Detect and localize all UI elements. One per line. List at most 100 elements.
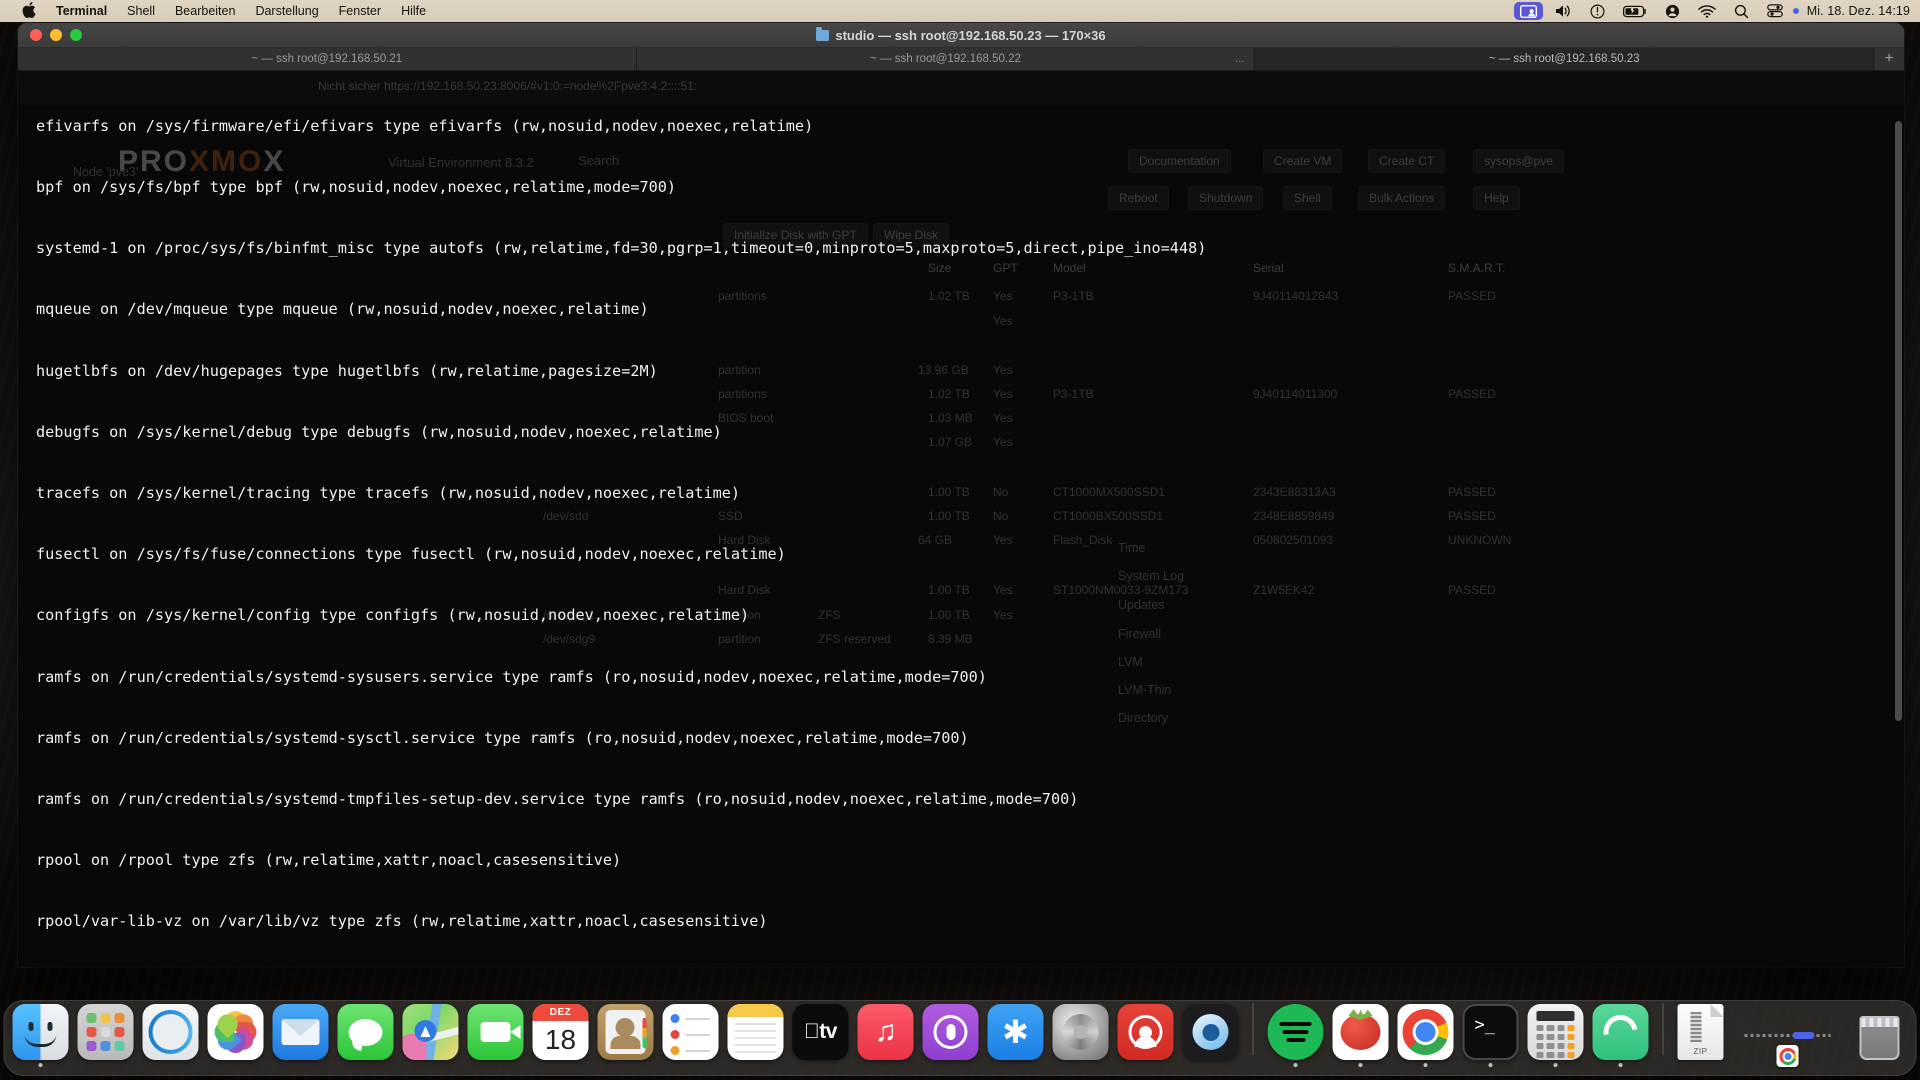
tab-ssh-50-21[interactable]: ~ — ssh root@192.168.50.21 xyxy=(18,48,637,70)
terminal-scrollbar[interactable] xyxy=(1895,121,1902,721)
mail-icon[interactable] xyxy=(272,1004,329,1060)
zoom-button[interactable] xyxy=(70,29,82,41)
calendar-icon[interactable]: DEZ 18 xyxy=(532,1004,589,1060)
terminal-icon[interactable]: >_ xyxy=(1462,1004,1519,1060)
calculator-icon[interactable] xyxy=(1527,1004,1584,1060)
terminal-line: rpool on /rpool type zfs (rw,relatime,xa… xyxy=(36,851,622,870)
dock-item-maps[interactable] xyxy=(402,1004,459,1067)
messages-icon[interactable] xyxy=(337,1004,394,1060)
tomato-timer-icon[interactable] xyxy=(1332,1004,1389,1060)
running-indicator xyxy=(754,1063,758,1067)
terminal-line: mqueue on /dev/mqueue type mqueue (rw,no… xyxy=(36,300,649,319)
running-indicator xyxy=(234,1063,238,1067)
running-indicator xyxy=(949,1063,953,1067)
dock-item-safari[interactable] xyxy=(142,1004,199,1067)
terminal-body[interactable]: Nicht sicher https://192.168.50.23:8006/… xyxy=(18,71,1904,967)
dock-item-chrome[interactable] xyxy=(1397,1004,1454,1067)
dock-item-podcasts[interactable] xyxy=(922,1004,979,1067)
rescuetime-icon[interactable] xyxy=(1117,1004,1174,1060)
zip-file-icon[interactable]: ZIP xyxy=(1677,1004,1724,1060)
dock-item-launchpad[interactable] xyxy=(77,1004,134,1067)
chrome-icon[interactable] xyxy=(1397,1004,1454,1060)
volume-icon[interactable] xyxy=(1546,0,1581,22)
dock-download-progress[interactable] xyxy=(1733,1011,1843,1067)
dock-item-appletv[interactable]: tv xyxy=(792,1004,849,1067)
dock-item-rescuetime[interactable] xyxy=(1117,1004,1174,1067)
user-account-icon[interactable] xyxy=(1656,0,1689,22)
music-icon[interactable]: ♫ xyxy=(857,1004,914,1060)
running-indicator xyxy=(689,1063,693,1067)
menu-item-darstellung[interactable]: Darstellung xyxy=(245,0,328,22)
dock-item-messages[interactable] xyxy=(337,1004,394,1067)
appletv-icon[interactable]: tv xyxy=(792,1004,849,1060)
terminal-window[interactable]: studio — ssh root@192.168.50.23 — 170×36… xyxy=(18,23,1904,967)
system-settings-icon[interactable] xyxy=(1052,1004,1109,1060)
dock-item-spotify[interactable] xyxy=(1267,1004,1324,1067)
dock-item-tomato[interactable] xyxy=(1332,1004,1389,1067)
dock-item-appstore[interactable]: ✱ xyxy=(987,1004,1044,1067)
apple-logo-icon[interactable] xyxy=(12,0,46,22)
tab-overflow-indicator[interactable]: ... xyxy=(1235,53,1244,65)
battery-icon[interactable] xyxy=(1614,0,1656,22)
spotify-icon[interactable] xyxy=(1267,1004,1324,1060)
photos-icon[interactable] xyxy=(207,1004,264,1060)
facetime-icon[interactable] xyxy=(467,1004,524,1060)
menu-item-fenster[interactable]: Fenster xyxy=(329,0,391,22)
sync-icon[interactable] xyxy=(1592,1004,1649,1060)
launchpad-icon[interactable] xyxy=(77,1004,134,1060)
menu-bar: Terminal Shell Bearbeiten Darstellung Fe… xyxy=(0,0,1920,22)
close-button[interactable] xyxy=(30,29,42,41)
dock-item-photos[interactable] xyxy=(207,1004,264,1067)
dock-item-sync[interactable] xyxy=(1592,1004,1649,1067)
control-center-icon[interactable] xyxy=(1758,0,1792,22)
tab-ssh-50-23[interactable]: ~ — ssh root@192.168.50.23 xyxy=(1255,48,1875,70)
menu-item-terminal[interactable]: Terminal xyxy=(46,0,117,22)
dock-item-music[interactable]: ♫ xyxy=(857,1004,914,1067)
dock-item-calendar[interactable]: DEZ 18 xyxy=(532,1004,589,1067)
zip-file-label: ZIP xyxy=(1693,1047,1708,1056)
finder-icon[interactable] xyxy=(12,1004,69,1060)
dock-item-reminders[interactable] xyxy=(662,1004,719,1067)
running-indicator xyxy=(364,1063,368,1067)
wifi-icon[interactable] xyxy=(1689,0,1725,22)
tab-label: ~ — ssh root@192.168.50.21 xyxy=(251,53,403,65)
dock-item-system-settings[interactable] xyxy=(1052,1004,1109,1067)
maps-icon[interactable] xyxy=(402,1004,459,1060)
dock-item-mail[interactable] xyxy=(272,1004,329,1067)
appstore-icon[interactable]: ✱ xyxy=(987,1004,1044,1060)
running-indicator xyxy=(1293,1063,1298,1067)
traffic-lights xyxy=(18,29,82,41)
window-title-text: studio — ssh root@192.168.50.23 — 170×36 xyxy=(835,27,1106,43)
dock-item-facetime[interactable] xyxy=(467,1004,524,1067)
dock-item-zip-file[interactable]: ZIP xyxy=(1677,1004,1724,1067)
quicktime-icon[interactable] xyxy=(1182,1004,1239,1060)
menu-item-bearbeiten[interactable]: Bearbeiten xyxy=(165,0,245,22)
search-icon[interactable] xyxy=(1725,0,1758,22)
dock-item-calculator[interactable] xyxy=(1527,1004,1584,1067)
tab-ssh-50-22[interactable]: ~ — ssh root@192.168.50.22 ... xyxy=(636,48,1256,70)
dock-item-contacts[interactable] xyxy=(597,1004,654,1067)
minimize-button[interactable] xyxy=(50,29,62,41)
screen-sharing-icon[interactable] xyxy=(1513,2,1543,20)
running-indicator xyxy=(559,1063,563,1067)
terminal-output[interactable]: efivarfs on /sys/firmware/efi/efivars ty… xyxy=(18,71,1904,967)
chrome-download-icon[interactable] xyxy=(1776,1045,1799,1067)
dock-item-quicktime[interactable] xyxy=(1182,1004,1239,1067)
dock-item-notes[interactable] xyxy=(727,1004,784,1067)
window-titlebar[interactable]: studio — ssh root@192.168.50.23 — 170×36 xyxy=(18,23,1904,48)
dock-item-trash[interactable] xyxy=(1852,1004,1908,1067)
safari-icon[interactable] xyxy=(142,1004,199,1060)
dock-item-finder[interactable] xyxy=(12,1004,69,1067)
new-tab-button[interactable]: + xyxy=(1874,48,1904,70)
terminal-line: ramfs on /run/credentials/systemd-sysctl… xyxy=(36,728,969,747)
contacts-icon[interactable] xyxy=(597,1004,654,1060)
trash-icon[interactable] xyxy=(1852,1004,1908,1060)
notes-icon[interactable] xyxy=(727,1004,784,1060)
menu-item-hilfe[interactable]: Hilfe xyxy=(391,0,436,22)
reminders-icon[interactable] xyxy=(662,1004,719,1060)
menu-bar-clock[interactable]: Mi. 18. Dez. 14:19 xyxy=(1801,4,1910,18)
dock-item-terminal[interactable]: >_ xyxy=(1462,1004,1519,1067)
menu-item-shell[interactable]: Shell xyxy=(117,0,165,22)
focus-icon[interactable] xyxy=(1581,0,1614,22)
podcasts-icon[interactable] xyxy=(922,1004,979,1060)
